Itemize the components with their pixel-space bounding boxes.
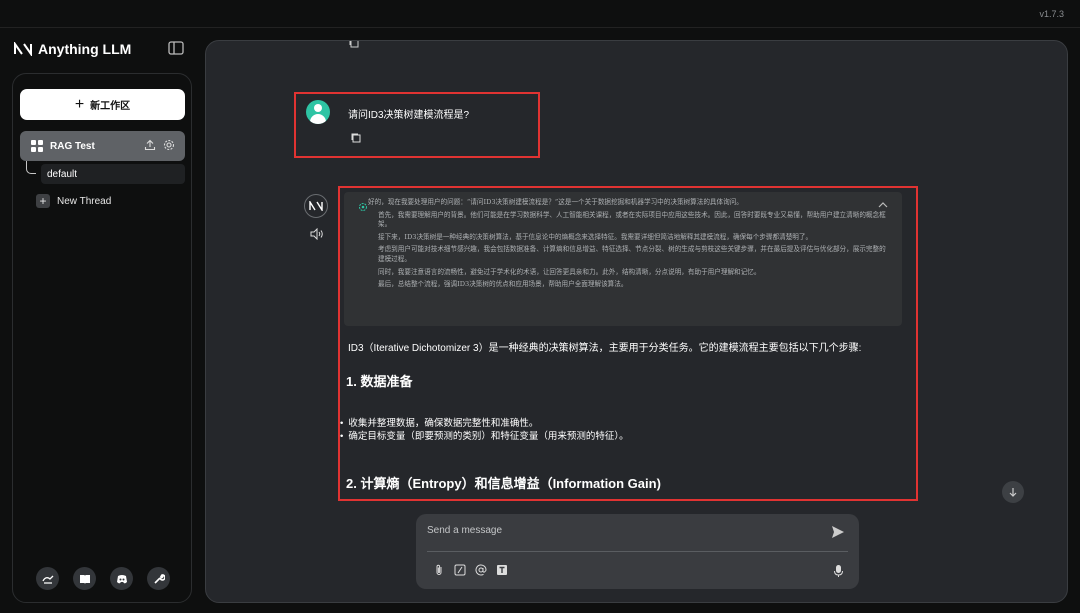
text-size-icon[interactable] (496, 564, 508, 576)
thought-line: 考虑到用户可能对技术细节感兴趣，我会包括数据准备、计算熵和信息增益、特征选择、节… (378, 245, 886, 263)
user-message-text: 请问ID3决策树建模流程是? (348, 110, 470, 121)
workspace-name: RAG Test (50, 140, 95, 152)
assistant-avatar (304, 194, 328, 218)
new-workspace-button[interactable]: + 新工作区 (20, 89, 185, 120)
app-version: v1.7.3 (1039, 9, 1064, 19)
thread-item-default[interactable]: default (41, 164, 185, 184)
app-name: Anything LLM (38, 41, 132, 57)
plus-icon: + (36, 194, 50, 208)
thought-line: 好的，现在我要处理用户的问题：“请问ID3决策树建模流程是？”这是一个关于数据挖… (368, 198, 743, 206)
assistant-message: 好的，现在我要处理用户的问题：“请问ID3决策树建模流程是？”这是一个关于数据挖… (338, 186, 918, 501)
copy-icon[interactable] (350, 132, 362, 144)
new-thread-label: New Thread (57, 195, 112, 207)
discord-icon[interactable] (110, 567, 133, 590)
community-icon[interactable] (36, 567, 59, 590)
speaker-icon[interactable] (310, 228, 324, 240)
copy-icon[interactable] (348, 40, 360, 49)
thought-line: 首先，我需要理解用户的背景。他们可能是在学习数据科学、人工智能相关课程，或者在实… (378, 210, 886, 229)
message-composer (416, 514, 859, 589)
docs-icon[interactable] (73, 567, 96, 590)
new-thread-button[interactable]: + New Thread (36, 194, 111, 208)
answer-intro: ID3（Iterative Dichotomizer 3）是一种经典的决策树算法… (348, 343, 862, 354)
anythingllm-logo-icon (309, 201, 323, 211)
microphone-icon[interactable] (833, 564, 844, 578)
at-mention-icon[interactable] (475, 564, 487, 576)
arrow-down-icon (1009, 488, 1017, 497)
new-workspace-label: 新工作区 (90, 101, 131, 112)
list-item: 确定目标变量（即要预测的类别）和特征变量（用来预测的特征）。 (340, 431, 628, 444)
gear-icon[interactable] (163, 139, 175, 151)
top-bar: v1.7.3 (0, 0, 1080, 28)
sidebar: + 新工作区 RAG Test default + New Thread (12, 73, 192, 603)
chat-panel: 请问ID3决策树建模流程是? 好的，现在我要处理用户的问题：“请问ID3决策树建… (205, 40, 1068, 603)
settings-wrench-icon[interactable] (147, 567, 170, 590)
thought-line: 接下来，ID3决策树是一种经典的决策树算法，基于信息论中的熵概念来选择特征。我需… (378, 232, 813, 241)
brain-icon (359, 203, 367, 211)
thought-panel[interactable]: 好的，现在我要处理用户的问题：“请问ID3决策树建模流程是？”这是一个关于数据挖… (344, 192, 902, 326)
thought-line: 最后，总结整个流程，强调ID3决策树的优点和应用场景，帮助用户全面理解该算法。 (378, 280, 628, 289)
list-item: 收集并整理数据，确保数据完整性和准确性。 (340, 418, 629, 431)
chevron-up-icon[interactable] (878, 201, 888, 209)
bullet-list: 收集并整理数据，确保数据完整性和准确性。 确定目标变量（即要预测的类别）和特征变… (340, 418, 629, 444)
workspace-item-rag-test[interactable]: RAG Test (20, 131, 185, 161)
composer-divider (427, 551, 848, 552)
section-heading: 1. 数据准备 (346, 374, 413, 389)
send-icon[interactable] (831, 525, 845, 539)
anythingllm-logo-icon (14, 42, 32, 56)
slash-command-icon[interactable] (454, 564, 466, 576)
message-input[interactable] (427, 521, 807, 539)
plus-icon: + (74, 95, 85, 113)
thread-connector (26, 161, 36, 174)
app-logo: Anything LLM (14, 41, 131, 57)
user-avatar (306, 100, 330, 124)
thought-line: 同时，我要注意语言的流畅性，避免过于学术化的术语，让回答更具亲和力。此外，结构清… (378, 267, 761, 276)
user-message: 请问ID3决策树建模流程是? (294, 92, 540, 158)
section-heading: 2. 计算熵（Entropy）和信息增益（Information Gain) (346, 476, 661, 491)
scroll-to-bottom-button[interactable] (1002, 481, 1024, 503)
attach-icon[interactable] (433, 564, 445, 576)
sidebar-toggle-icon[interactable] (168, 41, 184, 55)
upload-icon[interactable] (144, 139, 156, 151)
workspace-grid-icon (31, 140, 43, 152)
